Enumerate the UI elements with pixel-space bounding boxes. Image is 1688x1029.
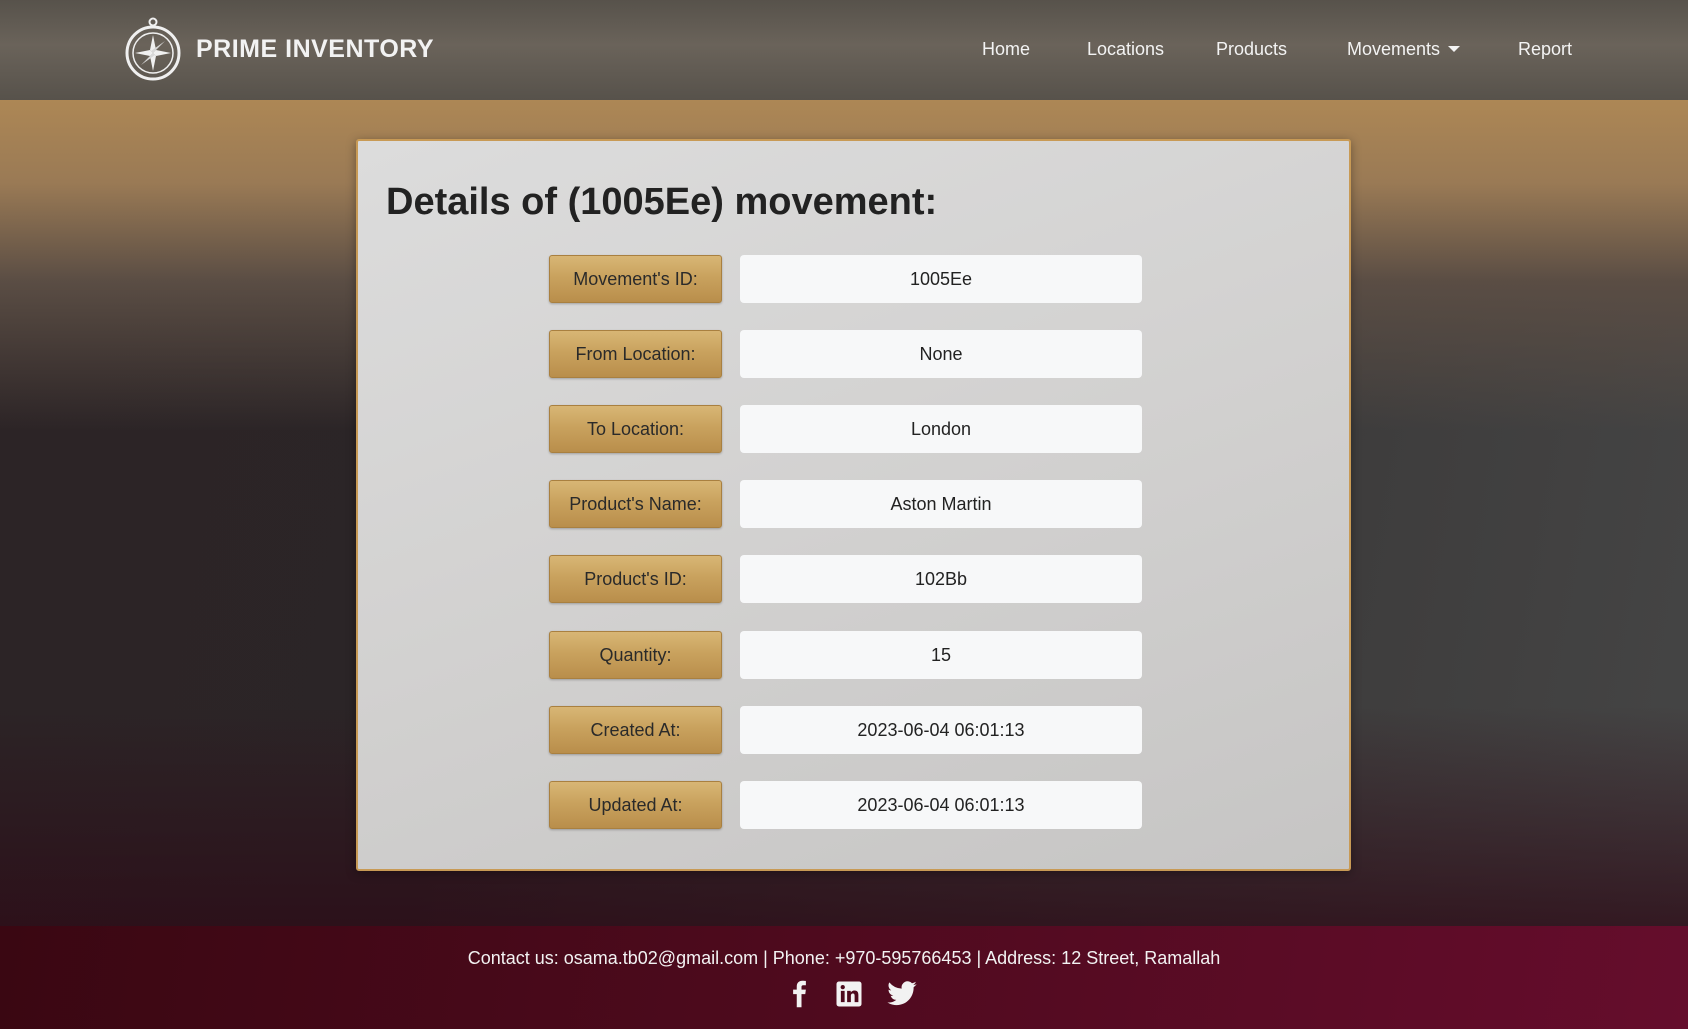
detail-value: London [740, 405, 1142, 453]
footer: Contact us: osama.tb02@gmail.com | Phone… [0, 926, 1688, 1029]
brand-name: PRIME INVENTORY [196, 34, 435, 63]
detail-label: Product's Name: [549, 480, 722, 528]
social-links [0, 978, 1688, 1012]
linkedin-icon[interactable] [834, 978, 864, 1010]
nav-products[interactable]: Products [1216, 39, 1287, 60]
detail-value: 1005Ee [740, 255, 1142, 303]
twitter-icon[interactable] [886, 978, 918, 1010]
compass-icon [125, 17, 181, 81]
brand[interactable]: PRIME INVENTORY [124, 16, 434, 82]
detail-label: Quantity: [549, 631, 722, 679]
nav-locations[interactable]: Locations [1087, 39, 1164, 60]
detail-label: Updated At: [549, 781, 722, 829]
detail-label: Created At: [549, 706, 722, 754]
nav-home[interactable]: Home [982, 39, 1030, 60]
chevron-down-icon [1448, 46, 1461, 52]
detail-label: Movement's ID: [549, 255, 722, 303]
detail-value: 2023-06-04 06:01:13 [740, 706, 1142, 754]
detail-value: None [740, 330, 1142, 378]
detail-value: Aston Martin [740, 480, 1142, 528]
detail-label: To Location: [549, 405, 722, 453]
movement-details-card: Details of (1005Ee) movement: Movement's… [356, 139, 1351, 871]
nav-movements-label: Movements [1347, 39, 1441, 59]
facebook-icon[interactable] [784, 978, 814, 1010]
detail-label: From Location: [549, 330, 722, 378]
detail-label: Product's ID: [549, 555, 722, 603]
navbar: PRIME INVENTORY Home Locations Products … [0, 0, 1688, 100]
nav-report[interactable]: Report [1518, 39, 1572, 60]
detail-value: 15 [740, 631, 1142, 679]
page-title: Details of (1005Ee) movement: [386, 181, 938, 223]
nav-movements-dropdown[interactable]: Movements [1347, 39, 1461, 60]
footer-contact: Contact us: osama.tb02@gmail.com | Phone… [467, 948, 1221, 968]
detail-value: 102Bb [740, 555, 1142, 603]
detail-value: 2023-06-04 06:01:13 [740, 781, 1142, 829]
